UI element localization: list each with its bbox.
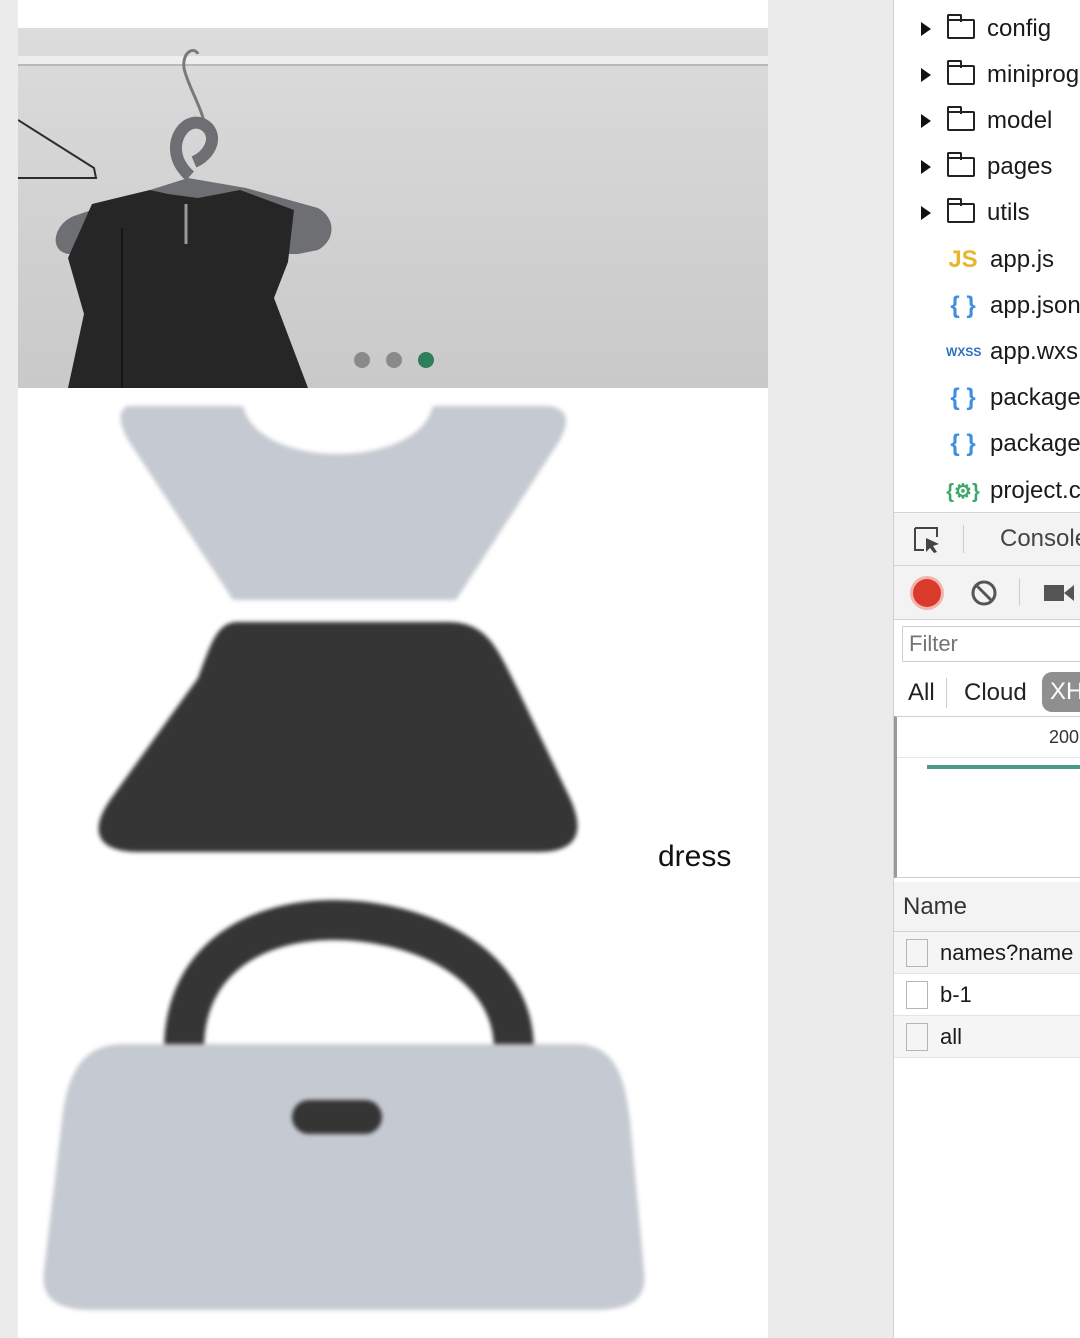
- folder-icon: [947, 152, 975, 177]
- toolbar-divider: [963, 525, 964, 553]
- resource-type-filters: All Cloud XH: [894, 670, 1080, 716]
- filter-input[interactable]: [902, 626, 1080, 662]
- tree-item-label: app.json: [990, 292, 1080, 319]
- screenshot-camera-icon[interactable]: [1044, 583, 1074, 603]
- inspect-element-icon[interactable]: [912, 525, 942, 555]
- tree-item-label: project.c: [990, 477, 1080, 504]
- tree-folder-miniprog[interactable]: miniprog: [894, 52, 1080, 98]
- tree-item-label: package: [990, 430, 1080, 457]
- js-file-icon: JS: [948, 246, 978, 273]
- clear-icon[interactable]: [970, 579, 998, 607]
- carousel-indicators: [354, 352, 434, 368]
- tree-item-label: package: [990, 384, 1080, 411]
- tree-file-project-config[interactable]: {⚙} project.c: [894, 468, 1080, 514]
- toolbar-divider: [946, 678, 947, 708]
- carousel-dot-active[interactable]: [418, 352, 434, 368]
- category-item-handbag[interactable]: [18, 900, 768, 1338]
- filter-bar: [894, 620, 1080, 670]
- project-config-icon: {⚙}: [946, 480, 980, 503]
- tree-folder-pages[interactable]: pages: [894, 144, 1080, 190]
- tree-file-package[interactable]: { } package: [894, 375, 1080, 421]
- column-header-name[interactable]: Name: [903, 893, 967, 921]
- expand-arrow-icon[interactable]: [921, 68, 931, 82]
- json-file-icon: { }: [950, 430, 976, 457]
- tree-folder-model[interactable]: model: [894, 98, 1080, 144]
- record-icon[interactable]: [913, 579, 941, 607]
- category-item-dress[interactable]: dress: [18, 400, 768, 873]
- expand-arrow-icon[interactable]: [921, 206, 931, 220]
- tree-item-label: model: [987, 107, 1053, 134]
- simulator-screen: dress: [18, 0, 768, 1338]
- tree-folder-config[interactable]: config: [894, 6, 1080, 52]
- network-toolbar: [894, 566, 1080, 620]
- folder-icon: [947, 198, 975, 223]
- category-label-dress: dress: [658, 840, 732, 873]
- handbag-icon: [43, 900, 645, 1310]
- folder-icon: [947, 106, 975, 131]
- tree-file-app-json[interactable]: { } app.json: [894, 283, 1080, 329]
- devtools-tab-bar: Console: [894, 512, 1080, 566]
- request-name: names?name: [940, 939, 1074, 965]
- wxss-file-icon: WXSS: [946, 345, 982, 359]
- carousel-dot[interactable]: [354, 352, 370, 368]
- timeline-request-bar: [927, 765, 1080, 769]
- banner-carousel[interactable]: [18, 28, 768, 388]
- filter-xhr[interactable]: XH: [1042, 672, 1080, 712]
- json-file-icon: { }: [950, 384, 976, 411]
- tree-file-app-js[interactable]: JS app.js: [894, 237, 1080, 283]
- request-name: all: [940, 1023, 963, 1049]
- tree-file-package-lock[interactable]: { } package: [894, 421, 1080, 467]
- tree-file-app-wxss[interactable]: WXSS app.wxs: [894, 329, 1080, 375]
- request-row[interactable]: all: [894, 1016, 1080, 1058]
- tree-folder-utils[interactable]: utils: [894, 190, 1080, 236]
- devtools-panel: config miniprog model pages utils JS app…: [893, 0, 1080, 1338]
- folder-icon: [947, 14, 975, 39]
- folder-icon: [947, 60, 975, 85]
- timeline-tick-label: 200: [1049, 727, 1080, 747]
- expand-arrow-icon[interactable]: [921, 114, 931, 128]
- expand-arrow-icon[interactable]: [921, 160, 931, 174]
- request-name: b-1: [940, 981, 972, 1007]
- file-type-icon: [906, 980, 928, 1009]
- dress-icon: [98, 406, 578, 852]
- tree-item-label: utils: [987, 199, 1030, 226]
- filter-all[interactable]: All: [908, 679, 935, 707]
- file-type-icon: [906, 938, 928, 967]
- tree-item-label: app.wxs: [990, 338, 1079, 365]
- request-table-header: Name: [894, 882, 1080, 932]
- json-file-icon: { }: [950, 292, 976, 319]
- tab-console[interactable]: Console: [1000, 525, 1080, 553]
- toolbar-divider: [1019, 578, 1020, 606]
- expand-arrow-icon[interactable]: [921, 22, 931, 36]
- request-row[interactable]: names?name: [894, 932, 1080, 974]
- timeline-grid-line: [897, 757, 1080, 758]
- tree-item-label: pages: [987, 153, 1053, 180]
- request-row[interactable]: b-1: [894, 974, 1080, 1016]
- carousel-dot[interactable]: [386, 352, 402, 368]
- tree-item-label: config: [987, 15, 1052, 42]
- tree-item-label: miniprog: [987, 61, 1080, 88]
- tree-item-label: app.js: [990, 246, 1055, 273]
- file-type-icon: [906, 1022, 928, 1051]
- banner-image: [18, 49, 768, 388]
- network-timeline-overview[interactable]: 200: [894, 716, 1080, 878]
- filter-cloud[interactable]: Cloud: [964, 679, 1027, 707]
